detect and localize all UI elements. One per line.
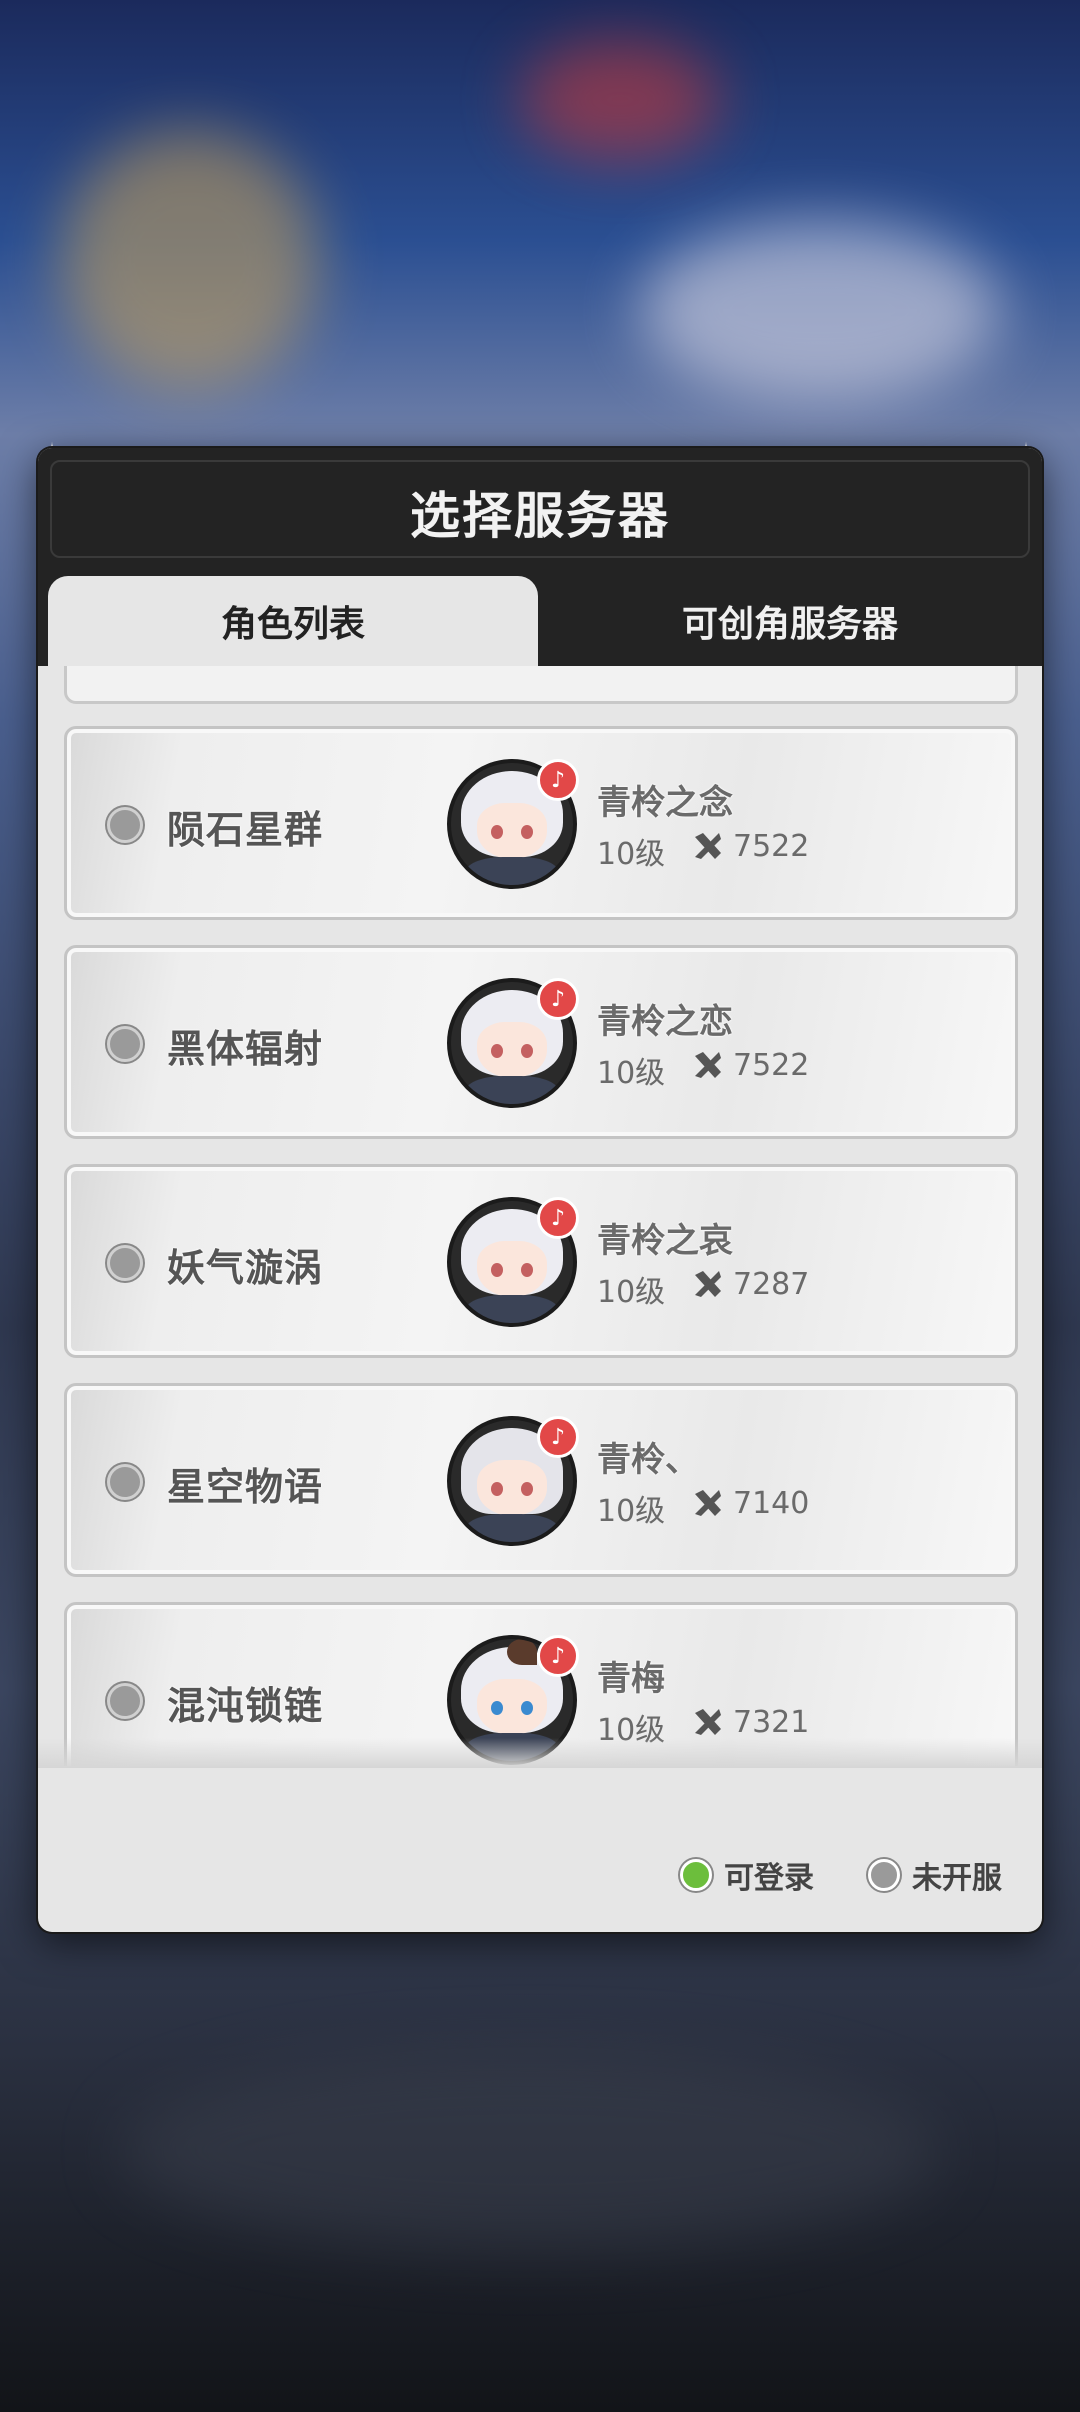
character-name: 青柃之念 bbox=[597, 783, 733, 823]
character-name: 青梅 bbox=[597, 1659, 665, 1699]
legend-not-open-label: 未开服 bbox=[912, 1861, 1002, 1896]
crossed-tools-icon bbox=[695, 1271, 721, 1297]
character-level: 10级 bbox=[597, 1056, 666, 1091]
not-open-status-icon bbox=[868, 1859, 900, 1891]
background-blob bbox=[520, 40, 720, 160]
background-blob bbox=[60, 130, 320, 390]
carrot-badge-icon: ♪ bbox=[537, 1197, 579, 1239]
server-name: 妖气漩涡 bbox=[167, 1246, 324, 1290]
combat-power: 7140 bbox=[733, 1486, 810, 1521]
server-name: 混沌锁链 bbox=[167, 1684, 324, 1728]
server-status-dot bbox=[107, 1683, 143, 1719]
carrot-badge-icon: ♪ bbox=[537, 759, 579, 801]
tab-bar: 角色列表 可创角服务器 bbox=[38, 576, 1042, 666]
server-status-dot bbox=[107, 1245, 143, 1281]
server-name: 陨石星群 bbox=[167, 808, 324, 852]
character-level: 10级 bbox=[597, 1494, 666, 1529]
server-card[interactable]: 黑体辐射 ♪ 青柃之恋 10级 7522 bbox=[64, 945, 1018, 1139]
dialog-title: 选择服务器 bbox=[410, 487, 670, 545]
server-card[interactable]: 妖气漩涡 ♪ 青柃之哀 10级 7287 bbox=[64, 1164, 1018, 1358]
combat-power: 7321 bbox=[733, 1705, 810, 1740]
background-blob bbox=[640, 220, 1000, 400]
crossed-tools-icon bbox=[695, 1052, 721, 1078]
tab-creatable-servers[interactable]: 可创角服务器 bbox=[538, 576, 1042, 666]
background-blob bbox=[120, 2050, 940, 2250]
list-fade bbox=[38, 1738, 1042, 1768]
combat-power: 7522 bbox=[733, 829, 810, 864]
character-name: 青柃之哀 bbox=[597, 1221, 733, 1261]
carrot-badge-icon: ♪ bbox=[537, 978, 579, 1020]
available-status-icon bbox=[680, 1859, 712, 1891]
crossed-tools-icon bbox=[695, 833, 721, 859]
carrot-badge-icon: ♪ bbox=[537, 1416, 579, 1458]
carrot-badge-icon: ♪ bbox=[537, 1635, 579, 1677]
crossed-tools-icon bbox=[695, 1490, 721, 1516]
dialog-header: 选择服务器 bbox=[38, 448, 1042, 576]
combat-power: 7287 bbox=[733, 1267, 810, 1302]
server-card[interactable]: 陨石星群 ♪ 青柃之念 10级 7522 bbox=[64, 726, 1018, 920]
character-level: 10级 bbox=[597, 1275, 666, 1310]
server-list[interactable]: 陨石星群 ♪ 青柃之念 10级 7522 黑体辐射 ♪ 青柃之恋 10级 752… bbox=[38, 666, 1042, 1766]
tab-role-list[interactable]: 角色列表 bbox=[48, 576, 538, 666]
server-status-dot bbox=[107, 1464, 143, 1500]
server-card[interactable]: 星空物语 ♪ 青柃、 10级 7140 bbox=[64, 1383, 1018, 1577]
server-select-dialog: 选择服务器 角色列表 可创角服务器 陨石星群 ♪ 青柃之念 10级 7522 黑… bbox=[38, 448, 1042, 1932]
crossed-tools-icon bbox=[695, 1709, 721, 1735]
server-name: 星空物语 bbox=[167, 1465, 324, 1509]
character-name: 青柃、 bbox=[597, 1440, 699, 1480]
server-status-dot bbox=[107, 807, 143, 843]
combat-power: 7522 bbox=[733, 1048, 810, 1083]
character-level: 10级 bbox=[597, 837, 666, 872]
status-legend: 可登录 未开服 bbox=[680, 1853, 1002, 1897]
server-card-partial[interactable] bbox=[64, 666, 1018, 704]
server-name: 黑体辐射 bbox=[167, 1027, 324, 1071]
server-status-dot bbox=[107, 1026, 143, 1062]
legend-available-label: 可登录 bbox=[724, 1861, 814, 1896]
character-name: 青柃之恋 bbox=[597, 1002, 733, 1042]
